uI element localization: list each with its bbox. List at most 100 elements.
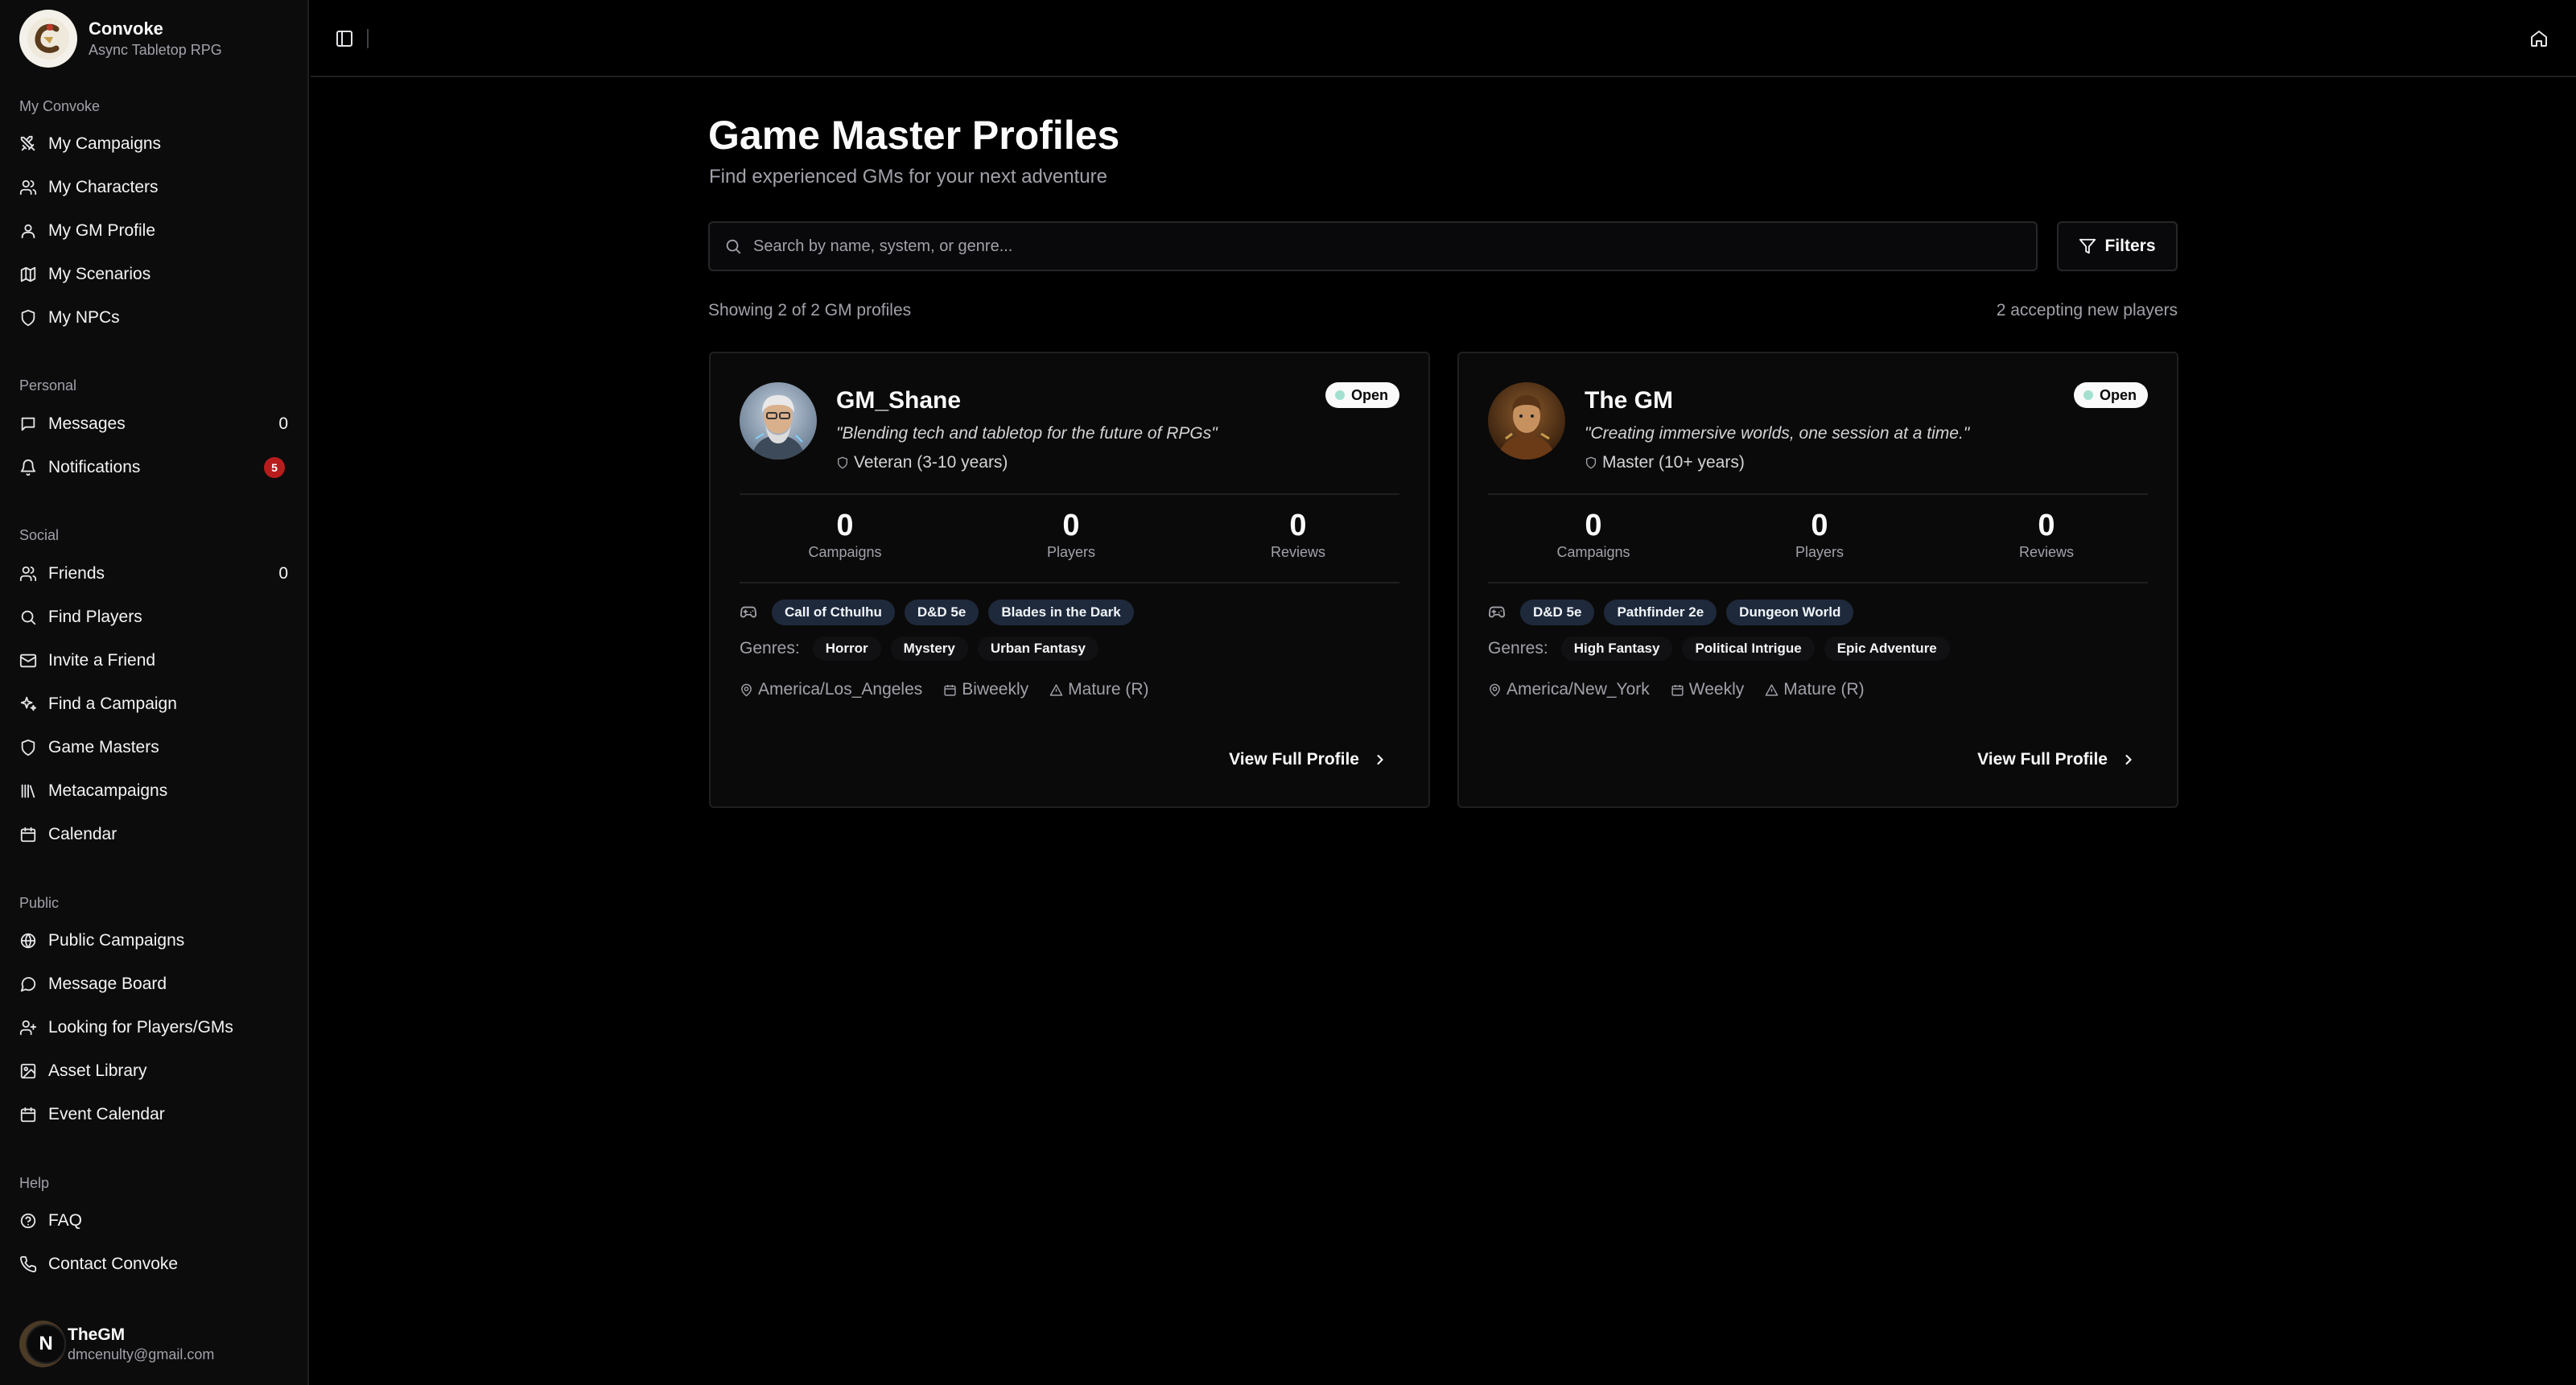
system-tag: D&D 5e bbox=[1520, 600, 1595, 625]
home-icon bbox=[2531, 31, 2547, 47]
stat-label: Reviews bbox=[1270, 544, 1326, 560]
sidebar-item-event-calendar[interactable]: Event Calendar bbox=[10, 1096, 293, 1133]
avatar-initial: N bbox=[26, 1324, 66, 1364]
genres-label: Genres: bbox=[1488, 639, 1548, 657]
sidebar-item-contact[interactable]: Contact Convoke bbox=[10, 1246, 293, 1283]
sidebar-item-my-characters[interactable]: My Characters bbox=[10, 169, 293, 206]
sidebar-item-notifications[interactable]: Notifications 5 bbox=[10, 449, 293, 486]
sidebar-item-metacampaigns[interactable]: Metacampaigns bbox=[10, 773, 293, 810]
timezone: America/Los_Angeles bbox=[740, 680, 922, 699]
sidebar-item-label: Contact Convoke bbox=[48, 1255, 179, 1273]
search-input[interactable] bbox=[753, 237, 1960, 256]
sidebar-item-label: Game Masters bbox=[48, 738, 159, 756]
timezone-label: America/Los_Angeles bbox=[758, 680, 923, 699]
sidebar-item-find-campaign[interactable]: Find a Campaign bbox=[10, 686, 293, 723]
sidebar-item-my-gm-profile[interactable]: My GM Profile bbox=[10, 212, 293, 249]
status-badge: Open bbox=[1325, 382, 1399, 408]
sidebar-item-message-board[interactable]: Message Board bbox=[10, 966, 293, 1003]
sidebar-item-label: Messages bbox=[48, 414, 126, 433]
sidebar-item-asset-library[interactable]: Asset Library bbox=[10, 1053, 293, 1090]
sidebar-item-faq[interactable]: FAQ bbox=[10, 1202, 293, 1239]
gm-experience-label: Master (10+ years) bbox=[1602, 453, 1745, 472]
results-count: Showing 2 of 2 GM profiles bbox=[708, 301, 912, 319]
sidebar-item-my-scenarios[interactable]: My Scenarios bbox=[10, 256, 293, 293]
sidebar-item-calendar[interactable]: Calendar bbox=[10, 816, 293, 853]
chevron-right-icon bbox=[1377, 754, 1383, 765]
sidebar-item-my-npcs[interactable]: My NPCs bbox=[10, 299, 293, 336]
home-button[interactable] bbox=[2524, 24, 2553, 53]
content-rating: Mature (R) bbox=[1049, 680, 1149, 699]
frequency-label: Biweekly bbox=[962, 680, 1029, 699]
sidebar-item-game-masters[interactable]: Game Masters bbox=[10, 729, 293, 766]
search-box[interactable] bbox=[708, 221, 2038, 271]
calendar-icon bbox=[20, 1107, 36, 1123]
warning-icon bbox=[1049, 683, 1063, 696]
filters-button[interactable]: Filters bbox=[2057, 221, 2178, 271]
gm-meta: America/New_York Weekly Mature (R) bbox=[1488, 680, 1886, 699]
view-full-profile-button[interactable]: View Full Profile bbox=[1977, 743, 2137, 777]
system-tag: Dungeon World bbox=[1726, 600, 1854, 625]
divider bbox=[740, 493, 1399, 495]
user-name: TheGM bbox=[68, 1325, 126, 1344]
sidebar-item-label: Public Campaigns bbox=[48, 931, 185, 950]
sidebar-item-label: My Scenarios bbox=[48, 265, 151, 283]
genre-tag: Epic Adventure bbox=[1824, 637, 1950, 661]
view-full-profile-label: View Full Profile bbox=[1229, 750, 1359, 769]
content-rating: Mature (R) bbox=[1765, 680, 1865, 699]
app-subtitle: Async Tabletop RPG bbox=[89, 42, 222, 58]
warning-icon bbox=[1765, 683, 1778, 696]
image-icon bbox=[20, 1063, 36, 1079]
stat-reviews: 0 Reviews bbox=[1226, 508, 1370, 561]
sidebar-item-label: Event Calendar bbox=[48, 1105, 165, 1123]
map-pin-icon bbox=[1490, 683, 1500, 696]
sidebar-item-friends[interactable]: Friends 0 bbox=[10, 555, 293, 592]
genre-tag: Mystery bbox=[890, 637, 968, 661]
sidebar-toggle-button[interactable] bbox=[330, 24, 359, 53]
message-icon bbox=[21, 417, 35, 431]
sidebar-item-public-campaigns[interactable]: Public Campaigns bbox=[10, 922, 293, 959]
friends-count: 0 bbox=[278, 564, 288, 583]
app-name: Convoke bbox=[89, 19, 163, 39]
status-dot bbox=[2083, 390, 2093, 400]
sidebar-item-label: My Characters bbox=[48, 178, 159, 196]
sidebar-item-label: Notifications bbox=[48, 458, 141, 476]
gm-quote: "Creating immersive worlds, one session … bbox=[1585, 424, 1970, 443]
frequency-label: Weekly bbox=[1688, 680, 1745, 699]
sidebar-item-invite-friend[interactable]: Invite a Friend bbox=[10, 642, 293, 679]
brand[interactable]: Convoke Async Tabletop RPG bbox=[19, 10, 222, 68]
library-icon bbox=[21, 784, 35, 798]
stat-value: 0 bbox=[1062, 509, 1080, 542]
search-icon bbox=[726, 239, 741, 254]
sidebar-item-find-players[interactable]: Find Players bbox=[10, 599, 293, 636]
system-tag: Call of Cthulhu bbox=[772, 600, 895, 625]
stat-value: 0 bbox=[1585, 509, 1602, 542]
sidebar-item-label: Message Board bbox=[48, 975, 167, 993]
calendar-icon bbox=[944, 684, 956, 696]
sidebar-item-looking-for[interactable]: Looking for Players/GMs bbox=[10, 1009, 293, 1046]
sidebar-item-label: Find a Campaign bbox=[48, 695, 177, 713]
notifications-badge: 5 bbox=[264, 457, 285, 478]
stat-label: Players bbox=[1046, 544, 1096, 560]
genre-tag: High Fantasy bbox=[1560, 637, 1673, 661]
sidebar-item-label: My NPCs bbox=[48, 308, 120, 327]
sidebar-item-label: Friends bbox=[48, 564, 105, 583]
gm-experience-label: Veteran (3-10 years) bbox=[854, 453, 1008, 472]
users-icon bbox=[19, 179, 37, 196]
sidebar-item-messages[interactable]: Messages 0 bbox=[10, 406, 293, 443]
timezone: America/New_York bbox=[1488, 680, 1650, 699]
genre-tag: Horror bbox=[812, 637, 881, 661]
sidebar-item-my-campaigns[interactable]: My Campaigns bbox=[10, 126, 293, 163]
genre-tag: Urban Fantasy bbox=[977, 637, 1098, 661]
users-icon bbox=[19, 566, 37, 582]
stat-value: 0 bbox=[1289, 509, 1307, 542]
filters-label: Filters bbox=[2104, 237, 2156, 255]
bell-icon bbox=[20, 460, 36, 476]
user-menu[interactable]: N TheGM dmcenulty@gmail.com bbox=[19, 1320, 214, 1368]
stat-value: 0 bbox=[1811, 509, 1828, 542]
gm-meta: America/Los_Angeles Biweekly Mature (R) bbox=[740, 680, 1170, 699]
view-full-profile-button[interactable]: View Full Profile bbox=[1229, 743, 1388, 777]
stat-label: Reviews bbox=[2018, 544, 2075, 560]
filter-icon bbox=[2079, 238, 2096, 254]
divider bbox=[740, 582, 1399, 583]
toolbar-separator bbox=[367, 29, 369, 48]
